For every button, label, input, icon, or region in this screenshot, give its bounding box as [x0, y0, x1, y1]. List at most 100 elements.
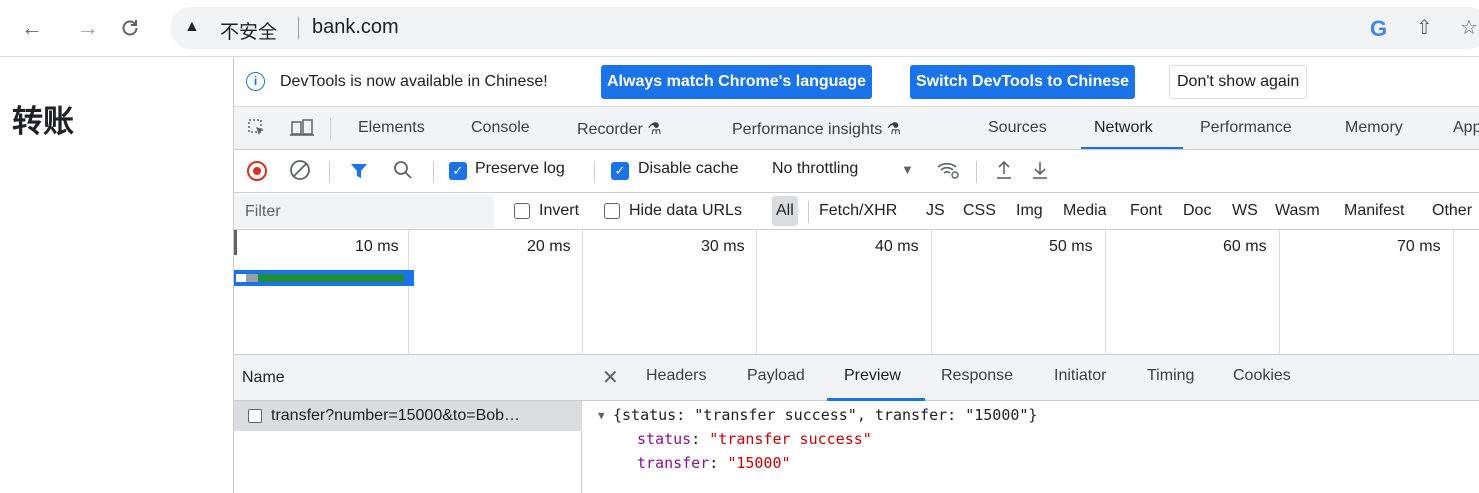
timeline-tick-label: 20 ms — [527, 238, 571, 255]
share-icon[interactable]: ⇧ — [1416, 15, 1433, 40]
json-value: "15000" — [727, 454, 791, 472]
table-row[interactable]: transfer?number=15000&to=Bob… — [234, 401, 582, 431]
export-har-icon[interactable] — [1030, 159, 1050, 186]
type-filter-doc[interactable]: Doc — [1183, 202, 1211, 220]
request-detail-panel: ✕ Headers Payload Preview Response Initi… — [582, 355, 1479, 493]
tab-performance-insights[interactable]: Performance insights ⚗ — [732, 119, 901, 139]
invert-checkbox[interactable] — [514, 203, 530, 219]
tab-application[interactable]: Application — [1453, 119, 1479, 137]
toolbar-divider — [976, 161, 977, 183]
devtools-tabbar: Elements Console Recorder ⚗ Performance … — [234, 107, 1479, 150]
url-divider — [298, 17, 299, 39]
tab-network[interactable]: Network — [1094, 119, 1153, 137]
timeline-tick-label: 40 ms — [875, 238, 919, 255]
filter-funnel-icon[interactable] — [349, 161, 369, 186]
waterfall-waiting-segment — [258, 274, 404, 282]
device-toolbar-icon[interactable] — [290, 118, 314, 143]
warning-triangle-icon[interactable]: ▲ — [184, 18, 200, 36]
type-filter-media[interactable]: Media — [1063, 202, 1107, 220]
request-name[interactable]: transfer?number=15000&to=Bob… — [271, 407, 520, 425]
filter-bar: Invert Hide data URLs All Fetch/XHR JS C… — [234, 193, 1479, 230]
page-title: 转账 — [12, 104, 74, 140]
network-conditions-icon[interactable] — [936, 159, 960, 186]
type-filter-ws[interactable]: WS — [1232, 202, 1258, 220]
waterfall-queue-segment — [236, 274, 246, 282]
reload-icon[interactable] — [116, 14, 144, 42]
dropdown-arrow-icon[interactable]: ▼ — [901, 162, 914, 177]
search-icon[interactable] — [392, 159, 414, 186]
tab-initiator[interactable]: Initiator — [1054, 367, 1106, 385]
request-list-header[interactable]: Name — [234, 355, 582, 401]
always-match-language-button[interactable]: Always match Chrome's language — [601, 65, 872, 99]
bookmark-star-icon[interactable]: ☆ — [1460, 15, 1478, 40]
type-filter-all[interactable]: All — [772, 196, 798, 226]
tab-elements[interactable]: Elements — [358, 119, 425, 137]
json-key: transfer — [637, 454, 710, 472]
active-detail-tab-indicator — [827, 398, 925, 401]
tab-preview[interactable]: Preview — [844, 367, 901, 385]
filter-divider — [808, 201, 809, 223]
tab-sources[interactable]: Sources — [988, 119, 1047, 137]
name-column-header[interactable]: Name — [242, 369, 285, 387]
hide-data-urls-label[interactable]: Hide data URLs — [629, 202, 742, 220]
infobar-message: DevTools is now available in Chinese! — [280, 73, 548, 90]
type-filter-img[interactable]: Img — [1016, 202, 1043, 220]
json-field-status[interactable]: status: "transfer success" — [637, 430, 872, 448]
timeline-tick-label: 30 ms — [701, 238, 745, 255]
devtools-panel: i DevTools is now available in Chinese! … — [233, 57, 1479, 493]
tab-payload[interactable]: Payload — [747, 367, 805, 385]
back-arrow-icon[interactable]: ← — [18, 14, 46, 42]
tab-memory[interactable]: Memory — [1345, 119, 1403, 137]
security-label[interactable]: 不安全 — [220, 17, 277, 44]
json-summary[interactable]: {status: "transfer success", transfer: "… — [613, 406, 1037, 424]
tab-response[interactable]: Response — [941, 367, 1013, 385]
request-type-icon — [248, 409, 262, 423]
close-icon[interactable]: ✕ — [602, 365, 619, 390]
tab-recorder[interactable]: Recorder ⚗ — [577, 119, 662, 139]
hide-data-urls-checkbox[interactable] — [604, 203, 620, 219]
preserve-log-label[interactable]: Preserve log — [475, 160, 565, 178]
tab-headers[interactable]: Headers — [646, 367, 706, 385]
tab-performance[interactable]: Performance — [1200, 119, 1292, 137]
dont-show-again-button[interactable]: Don't show again — [1169, 65, 1308, 99]
type-filter-manifest[interactable]: Manifest — [1344, 202, 1404, 220]
toolbar-divider — [433, 161, 434, 183]
waterfall-stall-segment — [246, 274, 258, 282]
type-filter-other[interactable]: Other — [1432, 202, 1472, 220]
type-filter-font[interactable]: Font — [1130, 202, 1162, 220]
tab-timing[interactable]: Timing — [1147, 367, 1194, 385]
record-icon[interactable] — [247, 161, 267, 181]
network-overview-timeline[interactable]: 10 ms 20 ms 30 ms 40 ms 50 ms 60 ms 70 m… — [234, 230, 1479, 355]
invert-label[interactable]: Invert — [539, 202, 579, 220]
throttling-select[interactable]: No throttling — [772, 160, 858, 178]
import-har-icon[interactable] — [994, 159, 1014, 186]
active-tab-indicator — [1081, 147, 1183, 149]
forward-arrow-icon[interactable]: → — [74, 14, 102, 42]
tab-cookies[interactable]: Cookies — [1233, 367, 1291, 385]
preserve-log-checkbox[interactable]: ✓ — [449, 162, 467, 180]
filter-input[interactable] — [234, 195, 494, 228]
disable-cache-label[interactable]: Disable cache — [638, 160, 739, 178]
timeline-gridline — [1279, 230, 1280, 354]
type-filter-fetch-xhr[interactable]: Fetch/XHR — [819, 202, 897, 220]
timeline-gridline — [1105, 230, 1106, 354]
json-field-transfer[interactable]: transfer: "15000" — [637, 454, 791, 472]
expand-triangle-icon[interactable]: ▼ — [598, 409, 605, 422]
google-lens-icon[interactable]: G — [1370, 16, 1387, 42]
timeline-start-marker — [234, 230, 237, 255]
info-icon: i — [246, 72, 265, 91]
inspect-element-icon[interactable] — [247, 118, 267, 143]
tab-console[interactable]: Console — [471, 119, 530, 137]
url-text[interactable]: bank.com — [312, 16, 399, 39]
toolbar-divider — [329, 161, 330, 183]
tabbar-divider — [330, 118, 331, 140]
switch-to-chinese-button[interactable]: Switch DevTools to Chinese — [910, 65, 1136, 99]
disable-cache-checkbox[interactable]: ✓ — [611, 162, 629, 180]
type-filter-css[interactable]: CSS — [963, 202, 996, 220]
timeline-tick-label: 50 ms — [1049, 238, 1093, 255]
address-bar[interactable]: ▲ 不安全 bank.com G ⇧ ☆ — [170, 7, 1479, 49]
json-key: status — [637, 430, 692, 448]
type-filter-wasm[interactable]: Wasm — [1275, 202, 1320, 220]
type-filter-js[interactable]: JS — [926, 202, 945, 220]
clear-icon[interactable] — [289, 159, 311, 186]
